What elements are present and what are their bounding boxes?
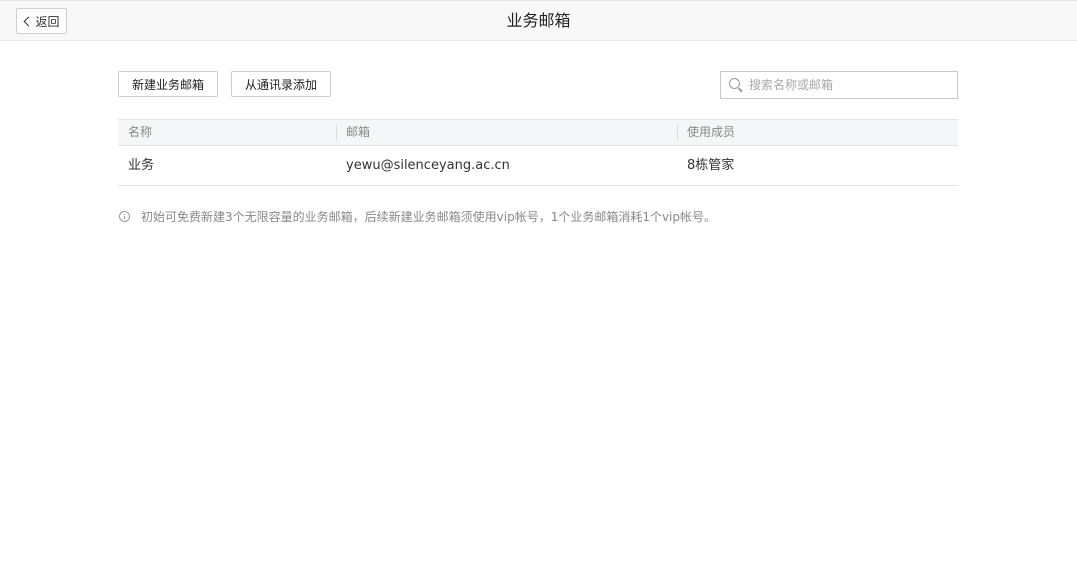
mailbox-table: 名称 邮箱 使用成员 业务 yewu@silenceyang.ac.cn 8栋管… <box>118 119 958 186</box>
search-box <box>720 71 958 99</box>
page-title: 业务邮箱 <box>506 11 571 30</box>
column-divider <box>677 125 678 141</box>
info-notice-text: 初始可免费新建3个无限容量的业务邮箱，后续新建业务邮箱须使用vip帐号，1个业务… <box>141 209 717 224</box>
chevron-left-icon <box>24 16 34 26</box>
info-icon <box>119 210 130 222</box>
back-button-label: 返回 <box>35 14 60 29</box>
add-from-contacts-label: 从通讯录添加 <box>244 77 317 92</box>
new-business-mailbox-label: 新建业务邮箱 <box>131 77 204 92</box>
cell-email: yewu@silenceyang.ac.cn <box>346 158 510 173</box>
info-notice: 初始可免费新建3个无限容量的业务邮箱，后续新建业务邮箱须使用vip帐号，1个业务… <box>118 207 716 225</box>
cell-name: 业务 <box>128 158 155 173</box>
back-button[interactable]: 返回 <box>16 8 67 34</box>
column-header-members: 使用成员 <box>687 125 736 139</box>
column-header-name: 名称 <box>128 125 153 139</box>
top-bar: 业务邮箱 返回 <box>0 0 1077 41</box>
column-divider <box>336 125 337 141</box>
table-row[interactable]: 业务 yewu@silenceyang.ac.cn 8栋管家 <box>118 146 958 186</box>
cell-members: 8栋管家 <box>687 158 735 173</box>
search-icon <box>729 78 740 89</box>
add-from-contacts-button[interactable]: 从通讯录添加 <box>231 71 331 97</box>
new-business-mailbox-button[interactable]: 新建业务邮箱 <box>118 71 218 97</box>
column-header-email: 邮箱 <box>346 125 371 139</box>
search-input[interactable] <box>749 72 949 98</box>
table-header: 名称 邮箱 使用成员 <box>118 119 958 146</box>
